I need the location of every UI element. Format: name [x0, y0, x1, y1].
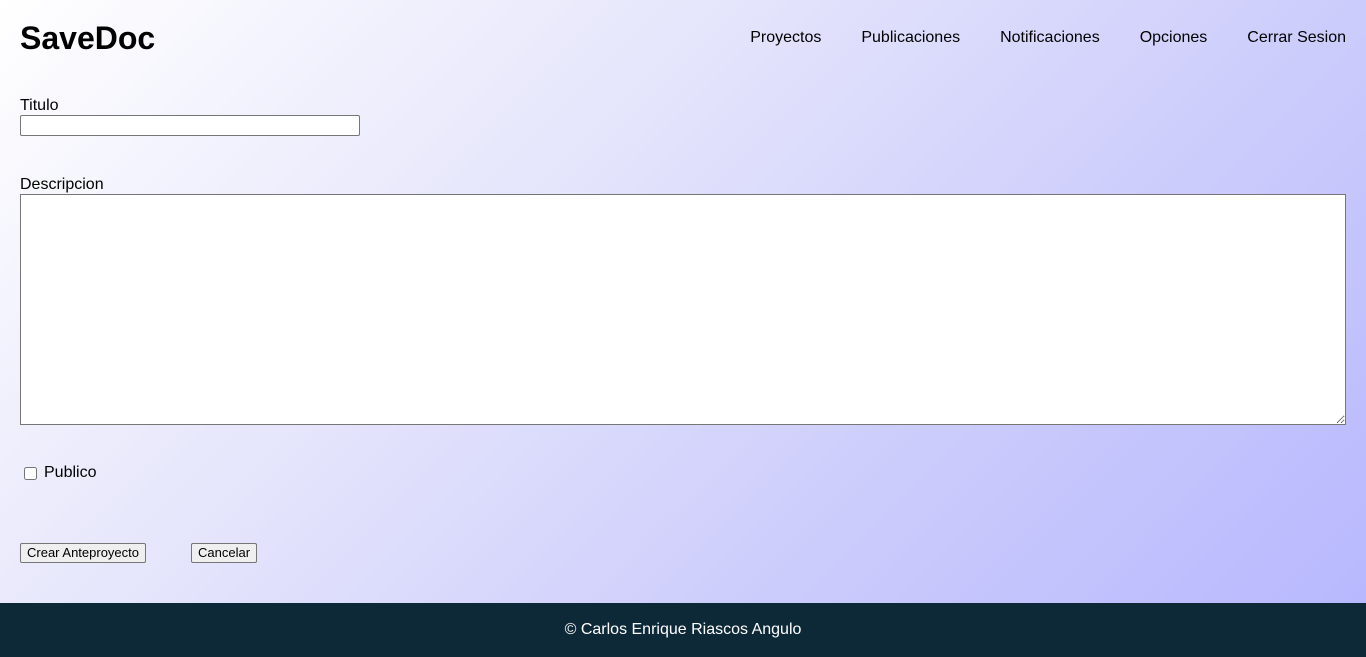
description-label: Descripcion	[20, 176, 104, 193]
nav-proyectos[interactable]: Proyectos	[750, 28, 821, 48]
create-draft-button[interactable]: Crear Anteproyecto	[20, 543, 147, 563]
nav-publicaciones[interactable]: Publicaciones	[861, 28, 960, 48]
nav-notificaciones[interactable]: Notificaciones	[1000, 28, 1100, 48]
public-checkbox[interactable]	[24, 466, 37, 480]
public-checkbox-label: Publico	[44, 464, 97, 481]
cancel-button[interactable]: Cancelar	[191, 543, 258, 563]
footer-copyright: © Carlos Enrique Riascos Angulo	[564, 621, 802, 638]
description-textarea[interactable]	[20, 194, 1346, 425]
main-nav: Proyectos Publicaciones Notificaciones O…	[750, 28, 1346, 48]
public-checkbox-row: Publico	[24, 464, 96, 482]
footer: © Carlos Enrique Riascos Angulo	[0, 603, 1366, 657]
title-input[interactable]	[20, 115, 360, 136]
nav-cerrar-sesion[interactable]: Cerrar Sesion	[1247, 28, 1346, 48]
brand-logo: SaveDoc	[20, 20, 156, 56]
nav-opciones[interactable]: Opciones	[1140, 28, 1208, 48]
title-label: Titulo	[20, 97, 59, 114]
